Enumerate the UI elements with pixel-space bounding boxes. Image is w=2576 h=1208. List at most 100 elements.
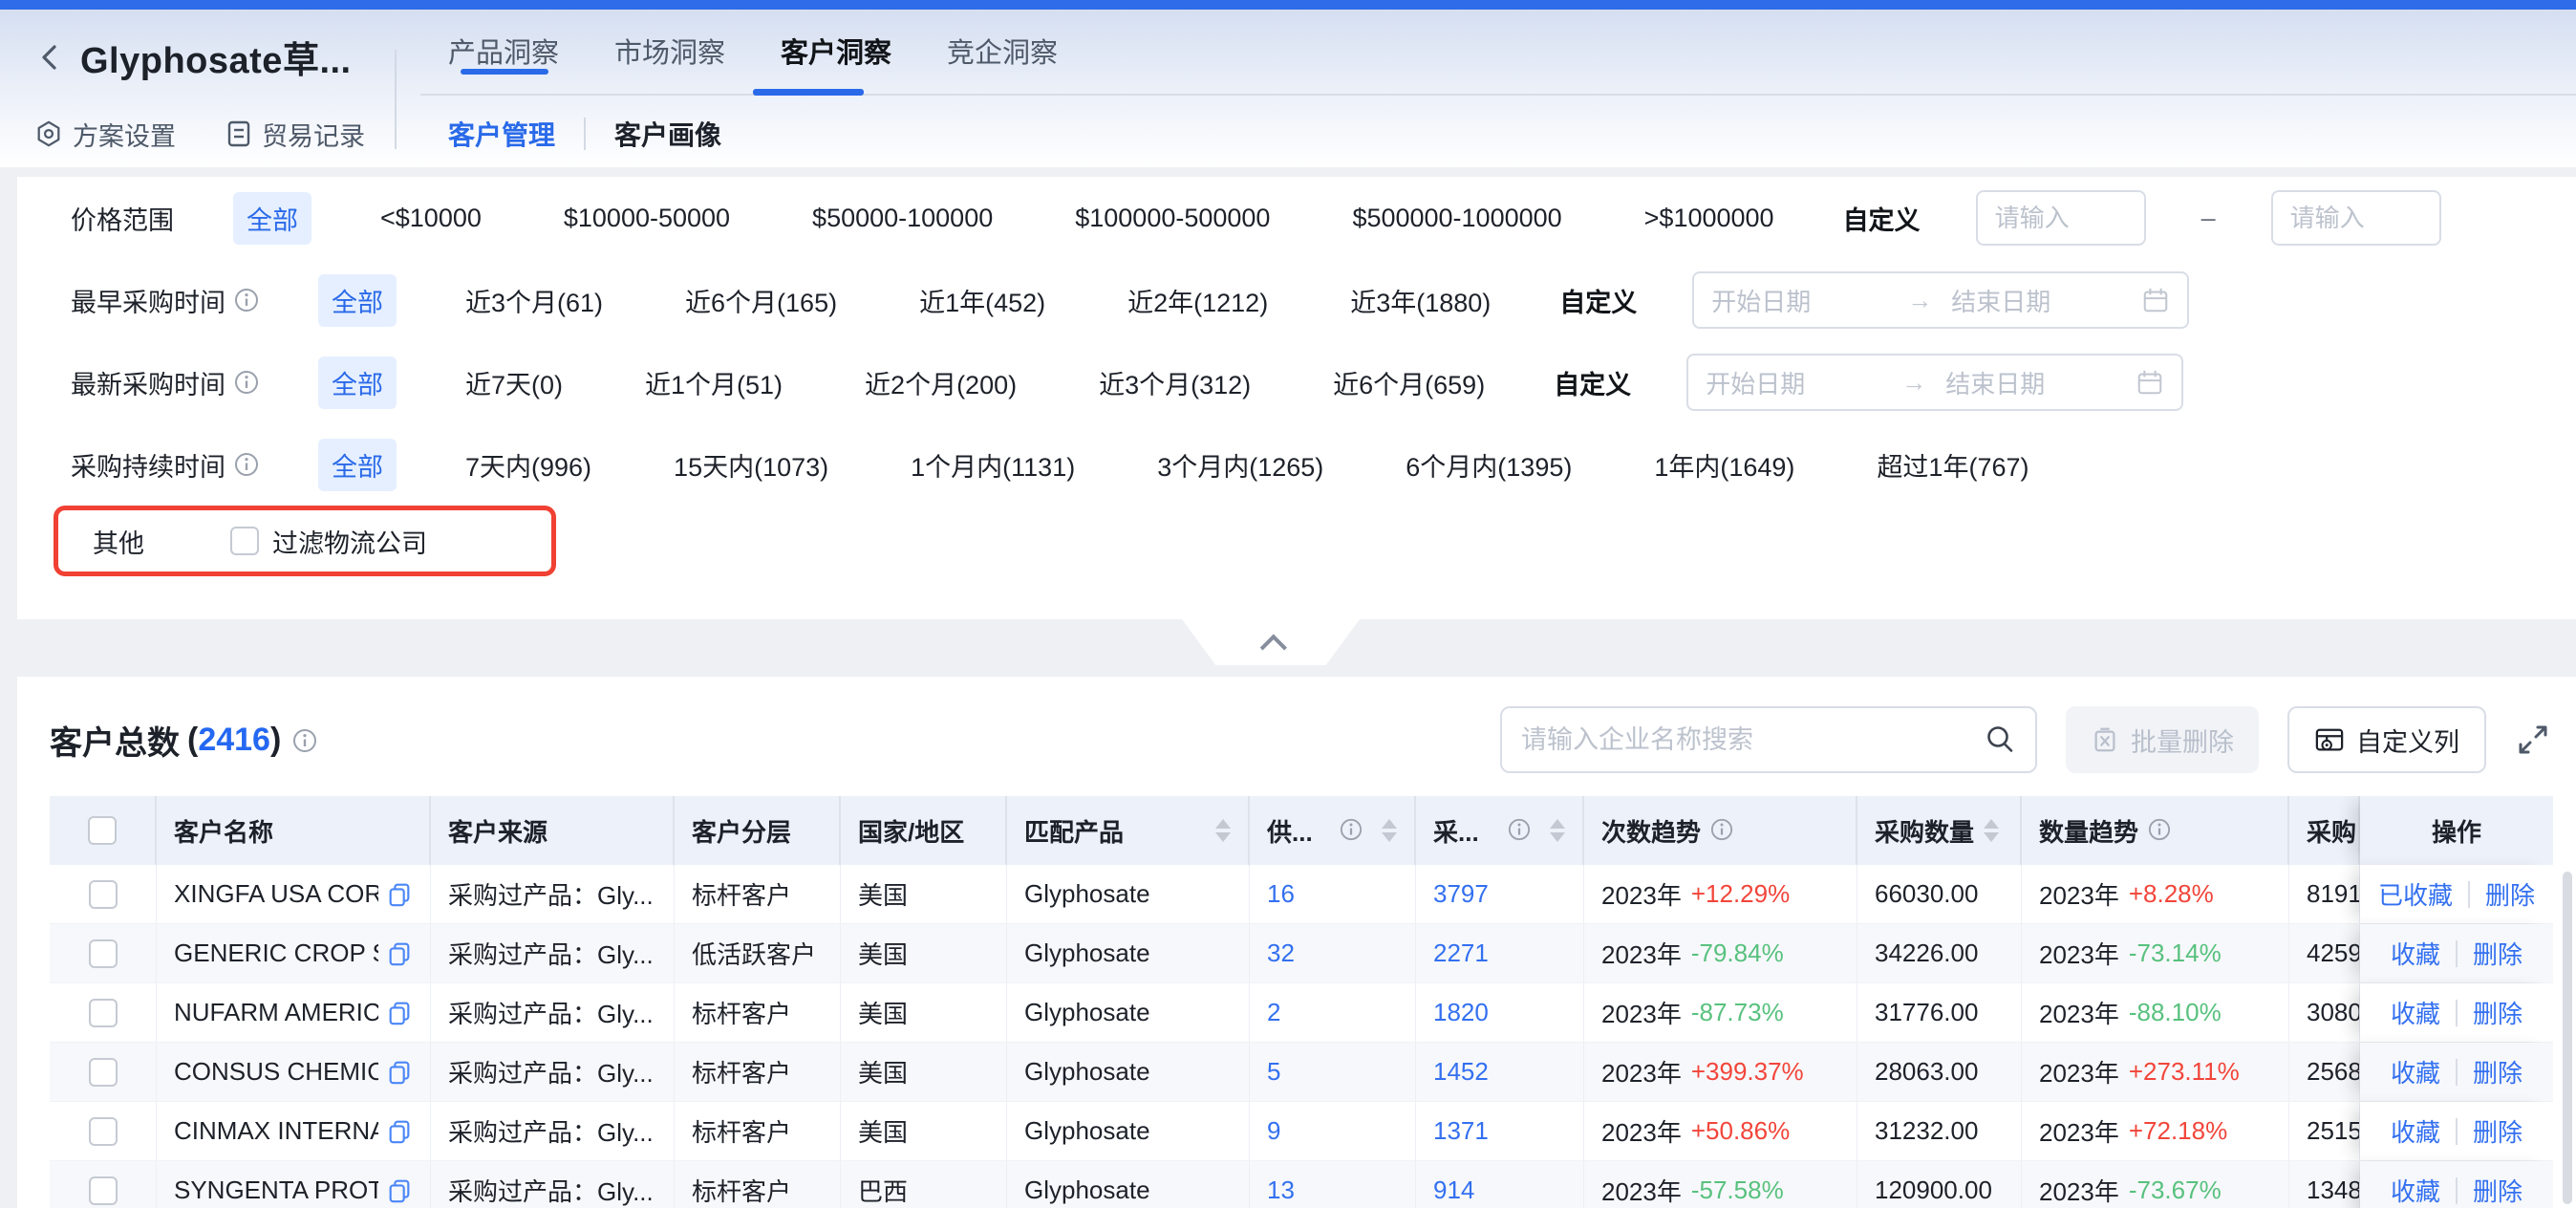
collapse-filters-button[interactable] xyxy=(1182,619,1360,665)
suppliers-link[interactable]: 32 xyxy=(1267,938,1295,968)
filter-option[interactable]: 近3年(1880) xyxy=(1337,274,1504,327)
suppliers-link[interactable]: 9 xyxy=(1267,1116,1280,1146)
delete-button[interactable]: 删除 xyxy=(2485,876,2535,912)
customer-name[interactable]: CONSUS CHEMICAL xyxy=(174,1057,378,1087)
filter-option[interactable]: 全部 xyxy=(233,192,311,245)
filter-option[interactable]: 近6个月(165) xyxy=(672,274,850,327)
latest-date-range-picker[interactable]: 开始日期 → 结束日期 xyxy=(1686,354,2183,411)
purchases-link[interactable]: 3797 xyxy=(1433,879,1489,909)
delete-button[interactable]: 删除 xyxy=(2473,1054,2522,1089)
sort-icon[interactable] xyxy=(1984,819,1999,842)
subtab-customer-manage[interactable]: 客户管理 xyxy=(448,115,555,153)
filter-option[interactable]: $500000-1000000 xyxy=(1339,196,1575,241)
filter-option[interactable]: 1个月内(1131) xyxy=(897,439,1088,491)
filter-option[interactable]: 近2年(1212) xyxy=(1114,274,1281,327)
filter-option[interactable]: $50000-100000 xyxy=(799,196,1006,241)
suppliers-link[interactable]: 5 xyxy=(1267,1057,1280,1087)
purchases-link[interactable]: 914 xyxy=(1433,1176,1474,1205)
filter-option[interactable]: 1年内(1649) xyxy=(1641,439,1808,491)
trade-records-button[interactable]: 贸易记录 xyxy=(225,116,365,153)
suppliers-link[interactable]: 16 xyxy=(1267,879,1295,909)
info-icon[interactable] xyxy=(2148,818,2173,843)
filter-option[interactable]: $100000-500000 xyxy=(1062,196,1283,241)
back-chevron-icon[interactable] xyxy=(34,41,67,74)
copy-icon[interactable] xyxy=(386,1000,413,1026)
favorite-button[interactable]: 收藏 xyxy=(2391,1054,2440,1089)
filter-option[interactable]: 3个月内(1265) xyxy=(1144,439,1337,491)
company-search-input[interactable] xyxy=(1521,725,1984,755)
delete-button[interactable]: 删除 xyxy=(2473,995,2522,1030)
favorite-button[interactable]: 收藏 xyxy=(2391,995,2440,1030)
filter-option[interactable]: 6个月内(1395) xyxy=(1392,439,1585,491)
filter-option[interactable]: 近2个月(200) xyxy=(851,356,1030,409)
filter-option[interactable]: 近3个月(312) xyxy=(1085,356,1264,409)
favorite-button[interactable]: 收藏 xyxy=(2391,936,2440,971)
copy-icon[interactable] xyxy=(386,881,413,908)
search-icon[interactable] xyxy=(1984,723,2016,756)
purchases-link[interactable]: 1820 xyxy=(1433,998,1489,1027)
filter-option[interactable]: 近6个月(659) xyxy=(1320,356,1498,409)
info-icon[interactable] xyxy=(234,370,259,395)
favorite-button[interactable]: 已收藏 xyxy=(2378,876,2453,912)
info-icon[interactable] xyxy=(234,288,259,313)
filter-logistics-label[interactable]: 过滤物流公司 xyxy=(272,523,427,560)
back-title-group[interactable]: Glyphosate草... xyxy=(34,31,352,83)
filter-option[interactable]: $10000-50000 xyxy=(550,196,743,241)
info-icon[interactable] xyxy=(1508,818,1533,843)
filter-option[interactable]: 超过1年(767) xyxy=(1863,439,2042,491)
filter-option[interactable]: 全部 xyxy=(318,439,397,491)
vertical-scrollbar[interactable] xyxy=(2563,872,2572,1204)
batch-delete-button[interactable]: 批量删除 xyxy=(2066,706,2259,773)
filter-option[interactable]: >$1000000 xyxy=(1631,196,1788,241)
custom-range-label[interactable]: 自定义 xyxy=(1559,282,1637,319)
delete-button[interactable]: 删除 xyxy=(2473,936,2522,971)
row-checkbox[interactable] xyxy=(89,939,118,968)
row-checkbox[interactable] xyxy=(89,880,118,909)
delete-button[interactable]: 删除 xyxy=(2473,1173,2522,1208)
filter-option[interactable]: 近1个月(51) xyxy=(632,356,796,409)
purchases-link[interactable]: 1452 xyxy=(1433,1057,1489,1087)
copy-icon[interactable] xyxy=(386,1177,413,1204)
info-icon[interactable] xyxy=(292,727,317,752)
row-checkbox[interactable] xyxy=(89,999,118,1027)
purchases-link[interactable]: 2271 xyxy=(1433,938,1489,968)
favorite-button[interactable]: 收藏 xyxy=(2391,1173,2440,1208)
suppliers-link[interactable]: 13 xyxy=(1267,1176,1295,1205)
sort-icon[interactable] xyxy=(1550,819,1565,842)
sort-icon[interactable] xyxy=(1382,819,1397,842)
suppliers-link[interactable]: 2 xyxy=(1267,998,1280,1027)
filter-option[interactable]: <$10000 xyxy=(367,196,495,241)
purchases-link[interactable]: 1371 xyxy=(1433,1116,1489,1146)
subtab-customer-profile[interactable]: 客户画像 xyxy=(614,115,721,153)
price-min-input[interactable] xyxy=(1976,190,2146,246)
price-max-input[interactable] xyxy=(2271,190,2441,246)
custom-range-label[interactable]: 自定义 xyxy=(1843,200,1921,237)
info-icon[interactable] xyxy=(234,452,259,477)
filter-option[interactable]: 全部 xyxy=(318,274,397,327)
info-icon[interactable] xyxy=(1710,818,1735,843)
info-icon[interactable] xyxy=(1340,818,1364,843)
copy-icon[interactable] xyxy=(386,940,413,967)
customer-name[interactable]: NUFARM AMERICAS, xyxy=(174,998,378,1027)
customer-name[interactable]: GENERIC CROP SCI xyxy=(174,938,378,968)
tab-competitor-insight[interactable]: 竞企洞察 xyxy=(947,31,1058,75)
customize-columns-button[interactable]: 自定义列 xyxy=(2287,706,2486,773)
tab-market-insight[interactable]: 市场洞察 xyxy=(614,31,725,75)
filter-logistics-checkbox[interactable] xyxy=(230,527,259,555)
customer-name[interactable]: CINMAX INTERNATIO xyxy=(174,1116,378,1146)
delete-button[interactable]: 删除 xyxy=(2473,1113,2522,1149)
custom-range-label[interactable]: 自定义 xyxy=(1554,364,1631,401)
row-checkbox[interactable] xyxy=(89,1176,118,1205)
filter-option[interactable]: 7天内(996) xyxy=(452,439,605,491)
filter-option[interactable]: 15天内(1073) xyxy=(660,439,842,491)
earliest-date-range-picker[interactable]: 开始日期 → 结束日期 xyxy=(1692,271,2189,329)
tab-customer-insight[interactable]: 客户洞察 xyxy=(781,31,891,75)
sort-icon[interactable] xyxy=(1215,819,1231,842)
filter-option[interactable]: 近7天(0) xyxy=(452,356,576,409)
copy-icon[interactable] xyxy=(386,1118,413,1145)
company-search-box[interactable] xyxy=(1500,706,2037,773)
filter-option[interactable]: 近1年(452) xyxy=(906,274,1059,327)
select-all-checkbox[interactable] xyxy=(88,816,117,845)
row-checkbox[interactable] xyxy=(89,1117,118,1146)
fullscreen-icon[interactable] xyxy=(2515,722,2551,758)
